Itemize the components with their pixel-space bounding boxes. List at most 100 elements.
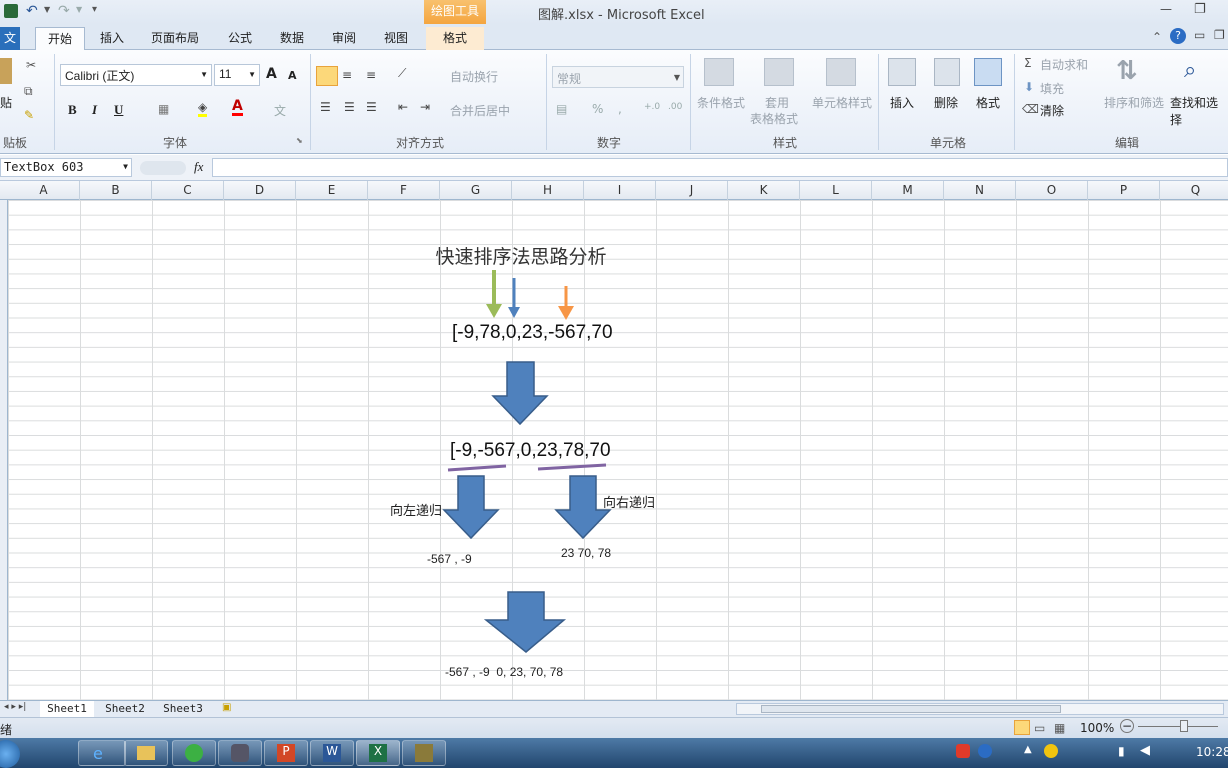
left-recursion-label[interactable]: 向左递归 — [390, 500, 442, 519]
percent-button[interactable]: % — [592, 102, 603, 116]
column-header-a[interactable]: A — [8, 181, 80, 200]
zoom-slider[interactable] — [1138, 726, 1218, 727]
tab-review[interactable]: 审阅 — [324, 27, 364, 50]
column-header-n[interactable]: N — [944, 181, 1016, 200]
binoculars-icon[interactable]: ⌕ — [1184, 58, 1196, 83]
chevron-down-icon[interactable]: ▼ — [44, 5, 50, 14]
sheet-tab-1[interactable]: Sheet1 — [40, 701, 94, 717]
column-header-c[interactable]: C — [152, 181, 224, 200]
tab-view[interactable]: 视图 — [376, 27, 416, 50]
autosum-icon[interactable]: Σ — [1024, 56, 1032, 70]
sort-filter-button[interactable]: 排序和筛选 — [1104, 94, 1164, 111]
bold-button[interactable]: B — [68, 102, 77, 118]
increase-decimal-icon[interactable]: +.0 — [644, 102, 660, 112]
tab-home[interactable]: 开始 — [35, 27, 85, 50]
taskbar-tool[interactable] — [402, 740, 446, 766]
decrease-decimal-icon[interactable]: .00 — [668, 102, 682, 112]
align-left-icon[interactable]: ☰ — [320, 100, 331, 114]
taskbar-excel[interactable]: X — [356, 740, 400, 766]
right-result[interactable]: 23 70, 78 — [561, 546, 611, 560]
new-sheet-icon[interactable]: ▣ — [222, 702, 231, 713]
tab-formulas[interactable]: 公式 — [220, 27, 260, 50]
minimize-ribbon-icon[interactable]: ⌃ — [1152, 30, 1162, 44]
paste-icon[interactable] — [0, 58, 12, 84]
window-restore-icon[interactable]: ❐ — [1214, 28, 1225, 42]
taskbar-explorer[interactable] — [124, 740, 168, 766]
tab-format[interactable]: 格式 — [426, 27, 484, 50]
formula-input[interactable] — [212, 158, 1228, 177]
tab-insert[interactable]: 插入 — [90, 27, 134, 50]
delete-cells-icon[interactable] — [934, 58, 960, 86]
tab-page-layout[interactable]: 页面布局 — [142, 27, 208, 50]
align-bottom-icon[interactable]: ≡ — [366, 68, 376, 82]
customize-qat-icon[interactable]: ▾ — [92, 4, 97, 15]
initial-array[interactable]: [-9,78,0,23,-567,70 — [452, 322, 613, 344]
column-header-l[interactable]: L — [800, 181, 872, 200]
align-center-icon[interactable]: ☰ — [344, 100, 355, 114]
wrap-text-button[interactable]: 自动换行 — [450, 68, 498, 85]
chevron-down-icon[interactable]: ▼ — [76, 5, 82, 14]
column-header-b[interactable]: B — [80, 181, 152, 200]
conditional-format-button[interactable]: 条件格式 — [697, 94, 745, 111]
align-right-icon[interactable]: ☰ — [366, 100, 377, 114]
horizontal-scrollbar[interactable] — [736, 703, 1224, 715]
column-header-i[interactable]: I — [584, 181, 656, 200]
comma-button[interactable]: , — [618, 102, 622, 116]
save-icon[interactable] — [4, 4, 18, 18]
column-header-e[interactable]: E — [296, 181, 368, 200]
cell-styles-button[interactable]: 单元格样式 — [812, 94, 872, 111]
insert-cells-button[interactable]: 插入 — [890, 94, 914, 111]
zoom-slider-thumb[interactable] — [1180, 720, 1188, 732]
tray-app-icon[interactable] — [1044, 744, 1058, 758]
scrollbar-thumb[interactable] — [761, 705, 1061, 713]
font-name-select[interactable]: Calibri (正文) ▼ — [60, 64, 212, 86]
column-header-k[interactable]: K — [728, 181, 800, 200]
conditional-format-icon[interactable] — [704, 58, 734, 86]
name-box[interactable]: TextBox 603 ▼ — [0, 158, 132, 177]
worksheet-grid[interactable]: 快速排序法思路分析 [-9,78,0,23,-567,70 [-9,-567,0… — [0, 200, 1228, 700]
start-button[interactable] — [0, 740, 20, 768]
sheet-tab-3[interactable]: Sheet3 — [156, 701, 210, 717]
column-header-g[interactable]: G — [440, 181, 512, 200]
minimize-button[interactable]: — — [1160, 2, 1172, 16]
border-icon[interactable]: ▦ — [158, 102, 169, 116]
format-as-table-button[interactable]: 套用 — [765, 94, 789, 111]
shrink-font-button[interactable]: A — [288, 69, 297, 82]
phonetic-icon[interactable]: 文 — [274, 102, 286, 119]
normal-view-icon[interactable] — [1014, 720, 1030, 735]
format-as-table-icon[interactable] — [764, 58, 794, 86]
tab-file[interactable]: 文件 — [0, 27, 20, 67]
clear-button[interactable]: 清除 — [1040, 102, 1064, 119]
grow-font-button[interactable]: A — [266, 66, 277, 82]
autosum-button[interactable]: 自动求和 — [1040, 56, 1088, 73]
decrease-indent-icon[interactable]: ⇤ — [398, 100, 408, 114]
underline-button[interactable]: U — [114, 102, 123, 118]
tray-help-icon[interactable] — [978, 744, 992, 758]
partitioned-array[interactable]: [-9,-567,0,23,78,70 — [450, 440, 611, 462]
dialog-launcher-icon[interactable]: ⬊ — [296, 136, 303, 145]
sort-filter-icon[interactable]: ⇅ — [1116, 56, 1138, 86]
fill-icon[interactable]: ⬇ — [1024, 80, 1034, 94]
fill-button[interactable]: 填充 — [1040, 80, 1064, 97]
column-header-p[interactable]: P — [1088, 181, 1160, 200]
cut-icon[interactable]: ✂ — [26, 58, 36, 72]
number-format-select[interactable]: 常规 ▼ — [552, 66, 684, 88]
final-result[interactable]: -567 , -9 0, 23, 70, 78 — [445, 665, 563, 679]
column-header-m[interactable]: M — [872, 181, 944, 200]
column-header-q[interactable]: Q — [1160, 181, 1228, 200]
row-headers[interactable] — [0, 200, 8, 700]
format-cells-button[interactable]: 格式 — [976, 94, 1000, 111]
format-painter-icon[interactable]: ✎ — [24, 108, 34, 122]
zoom-level[interactable]: 100% — [1080, 721, 1114, 735]
sheet-nav-icon[interactable]: ◂ ▸ ▸| — [4, 702, 26, 712]
tab-data[interactable]: 数据 — [272, 27, 312, 50]
help-icon[interactable]: ? — [1170, 28, 1186, 44]
format-cells-icon[interactable] — [974, 58, 1002, 86]
undo-icon[interactable]: ↶ — [26, 3, 38, 19]
network-icon[interactable]: ▮ — [1118, 744, 1125, 758]
taskbar-ie[interactable]: e — [78, 740, 126, 766]
paste-label[interactable]: 贴 — [0, 94, 12, 111]
zoom-out-button[interactable]: − — [1120, 719, 1134, 733]
volume-icon[interactable]: ◀ — [1140, 743, 1150, 758]
diagram-shapes[interactable] — [0, 200, 1228, 700]
